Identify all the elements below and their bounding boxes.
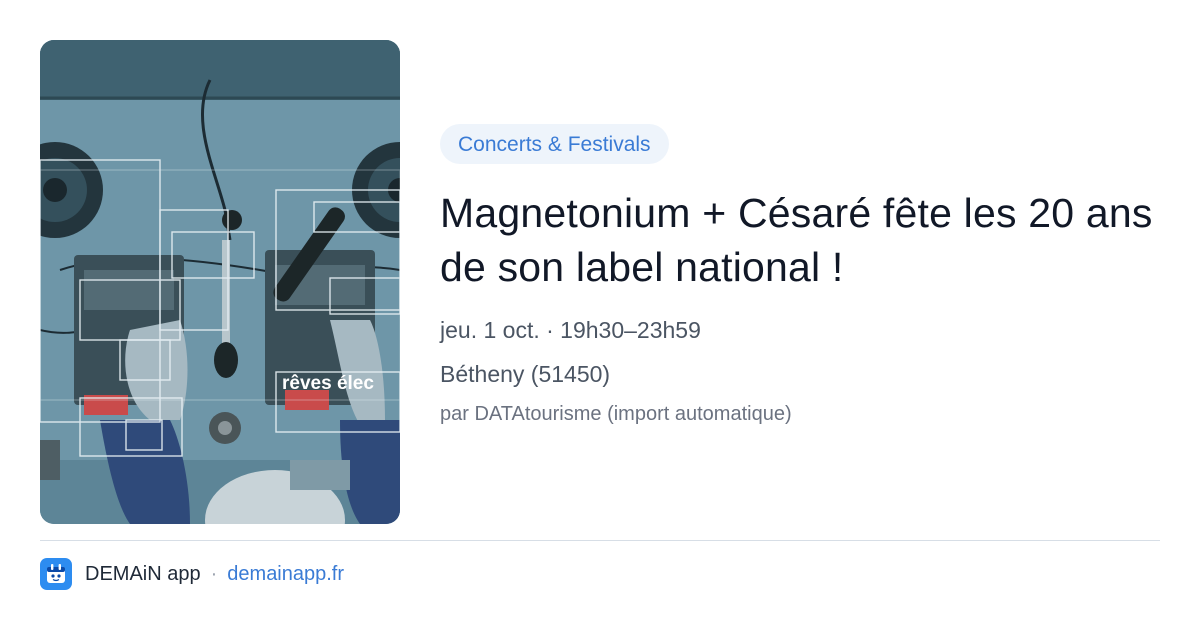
domain-link[interactable]: demainapp.fr <box>227 563 344 586</box>
link-preview-card[interactable]: rêves élec Concerts & Festivals Magneton… <box>0 0 1200 630</box>
event-photo-overlay-text: rêves élec <box>282 373 374 394</box>
event-date-time: jeu. 1 oct. · 19h30–23h59 <box>440 317 701 343</box>
app-logo-icon <box>40 558 72 590</box>
event-location: Bétheny (51450) <box>440 361 611 387</box>
footer-separator: · <box>210 562 218 585</box>
event-title[interactable]: Magnetonium + Césaré fête les 20 ans de … <box>440 186 1160 294</box>
app-name: DEMAiN app <box>85 562 201 585</box>
event-info: Concerts & Festivals Magnetonium + César… <box>440 124 1160 428</box>
event-photo: rêves élec <box>40 40 400 524</box>
category-tag[interactable]: Concerts & Festivals <box>440 124 669 164</box>
footer-divider <box>40 540 1160 541</box>
event-photo-illustration: rêves élec <box>40 40 400 524</box>
footer: DEMAiN app · demainapp.fr <box>40 558 344 590</box>
event-source: par DATAtourisme (import automatique) <box>440 403 792 425</box>
